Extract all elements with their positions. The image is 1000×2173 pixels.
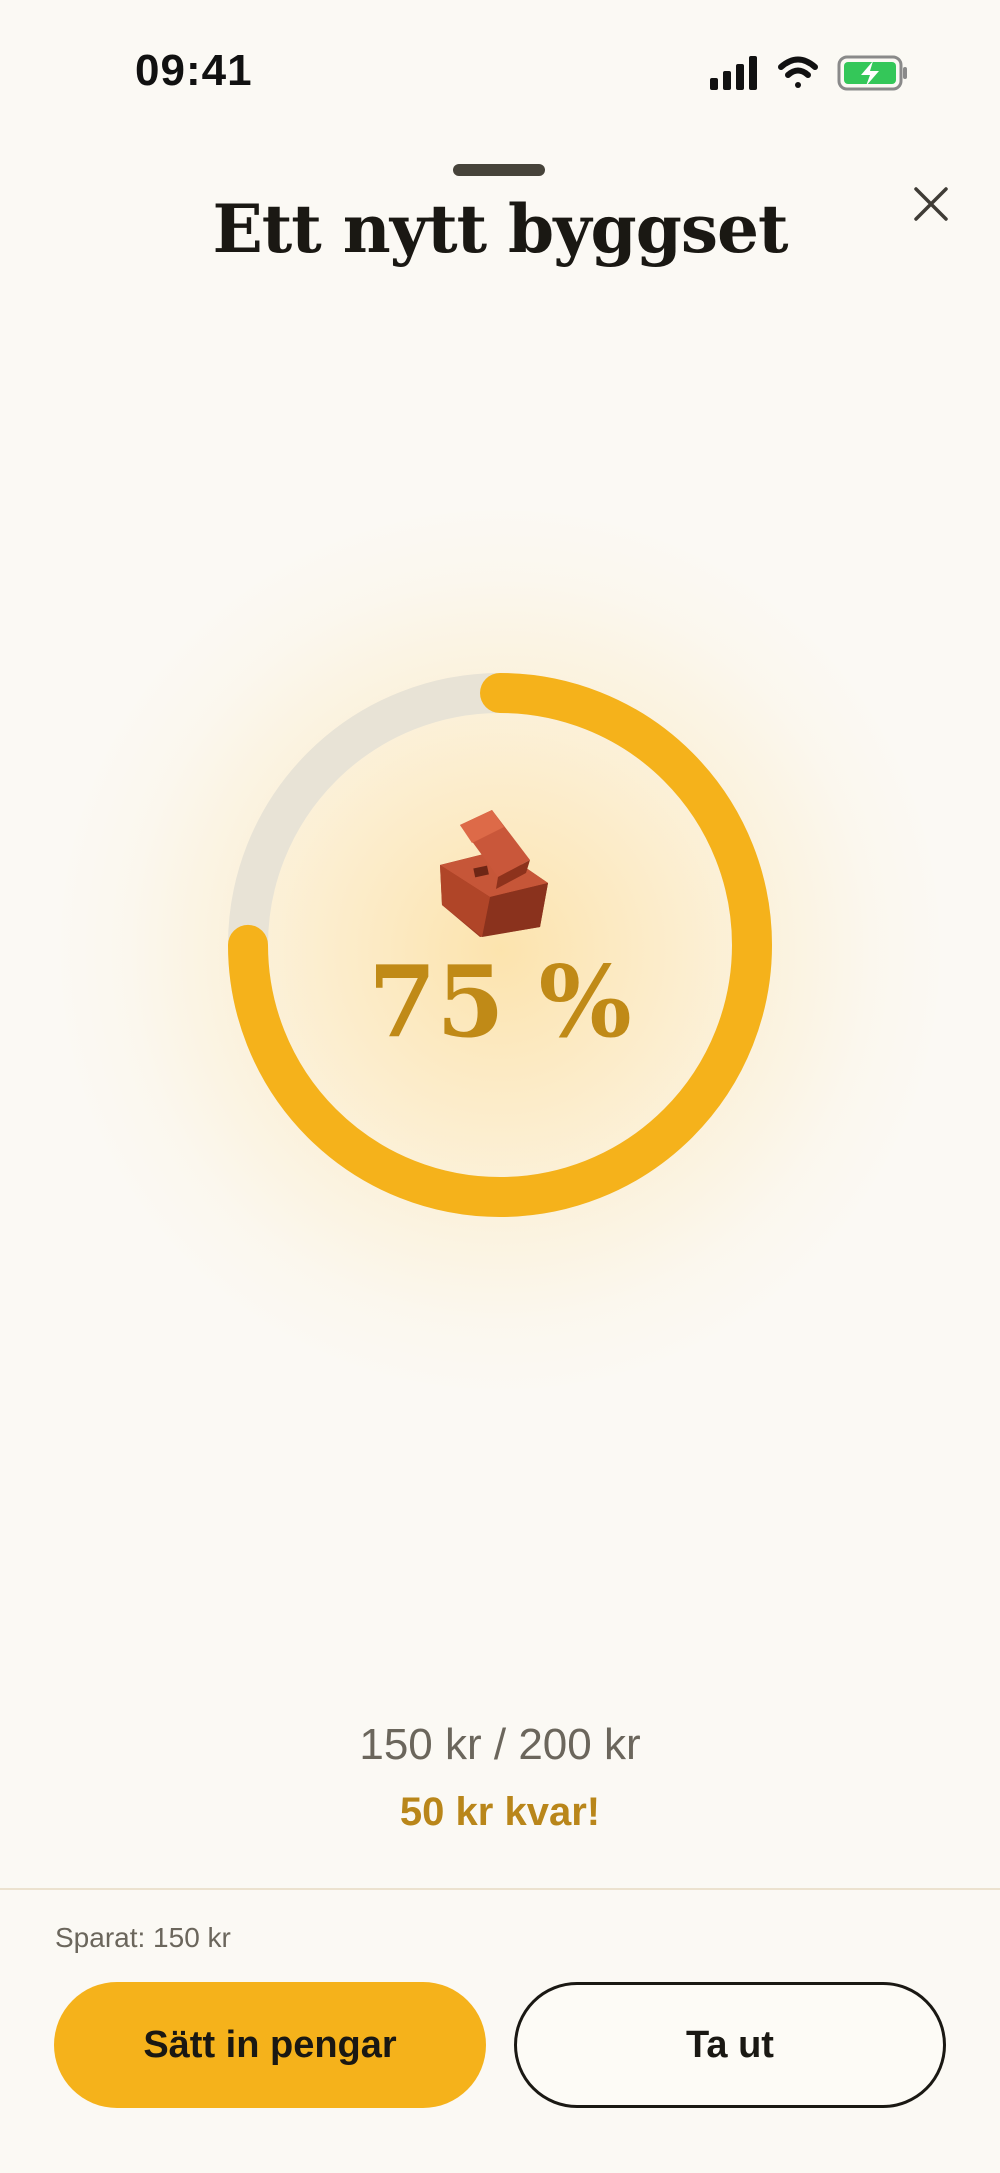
status-icons <box>710 55 907 91</box>
deposit-button-label: Sätt in pengar <box>143 2023 397 2066</box>
savings-amounts: 150 kr / 200 kr <box>359 1720 641 1769</box>
savings-remaining: 50 kr kvar! <box>399 1790 601 1834</box>
progress-percent: 75 % <box>368 945 632 1060</box>
cellular-signal-icon <box>710 56 757 90</box>
withdraw-button-label: Ta ut <box>686 2023 774 2066</box>
footer-divider <box>0 1888 1000 1890</box>
withdraw-button[interactable]: Ta ut <box>514 1982 946 2108</box>
wifi-icon <box>778 56 818 88</box>
sheet-grabber[interactable] <box>453 164 545 176</box>
sheet-title: Ett nytt byggset <box>212 190 789 268</box>
saved-label: Sparat: 150 kr <box>55 1922 231 1953</box>
brick-icon <box>440 810 548 937</box>
battery-charging-icon <box>837 55 907 91</box>
status-time: 09:41 <box>135 46 253 95</box>
deposit-button[interactable]: Sätt in pengar <box>54 1982 486 2108</box>
status-bar: 09:41 <box>0 0 1000 150</box>
